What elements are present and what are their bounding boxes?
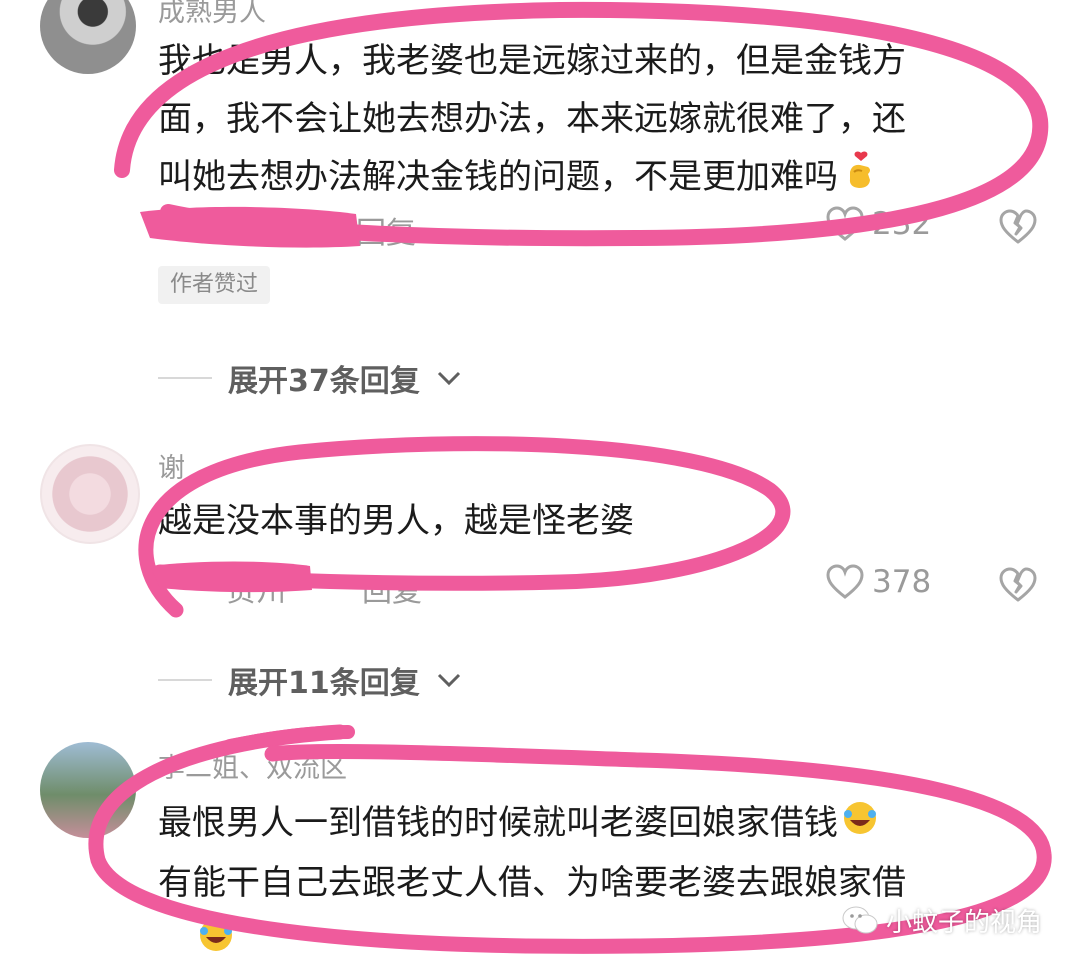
- comment-content: 我也是男人，我老婆也是远嫁过来的，但是金钱方 面，我不会让她去想办法，本来远嫁就…: [158, 32, 1038, 208]
- redaction-mark: [140, 207, 360, 248]
- comment-content: 越是没本事的男人，越是怪老婆: [158, 492, 1038, 550]
- dislike-button[interactable]: [998, 566, 1038, 606]
- wechat-icon: [840, 904, 880, 938]
- expand-replies-button[interactable]: 展开11条回复: [158, 658, 462, 702]
- divider: [158, 679, 212, 681]
- avatar[interactable]: [40, 444, 140, 544]
- comment-line: 面，我不会让她去想办法，本来远嫁就很难了，还: [158, 90, 1038, 148]
- comment-username[interactable]: 谢: [158, 446, 185, 485]
- annotation-stroke: [230, 732, 348, 746]
- expand-label: 展开37条回复: [228, 356, 420, 400]
- dislike-button[interactable]: [998, 208, 1038, 248]
- comment-line: 最恨男人一到借钱的时候就叫老婆回娘家借钱: [158, 794, 1038, 854]
- reply-button[interactable]: 回复: [356, 208, 416, 252]
- divider: [158, 377, 212, 379]
- finger-heart-emoji: [842, 150, 878, 208]
- heart-outline-icon: [826, 206, 864, 242]
- expand-replies-button[interactable]: 展开37条回复: [158, 356, 462, 400]
- watermark: 小蚊子的视角: [840, 902, 1042, 939]
- broken-heart-icon: [998, 566, 1038, 604]
- laugh-cry-emoji: [198, 913, 234, 971]
- reply-button[interactable]: 回复: [362, 566, 422, 610]
- comment-username[interactable]: 成熟男人: [158, 0, 266, 29]
- comment-location: 贵州: [226, 566, 286, 610]
- chevron-down-icon: [436, 369, 462, 387]
- laugh-cry-emoji: [842, 796, 878, 854]
- expand-label: 展开11条回复: [228, 658, 420, 702]
- like-count: 378: [872, 564, 931, 600]
- author-liked-badge: 作者赞过: [158, 266, 270, 304]
- comment-content: 最恨男人一到借钱的时候就叫老婆回娘家借钱 有能干自己去跟老丈人借、为啥要老婆去跟…: [158, 794, 1038, 971]
- watermark-text: 小蚊子的视角: [886, 902, 1042, 939]
- comment-line: 叫她去想办法解决金钱的问题，不是更加难吗: [158, 148, 1038, 208]
- like-count: 232: [872, 206, 931, 242]
- comment-line-text: 叫她去想办法解决金钱的问题，不是更加难吗: [158, 157, 838, 197]
- comment-line-text: 最恨男人一到借钱的时候就叫老婆回娘家借钱: [158, 803, 838, 843]
- comment-username[interactable]: 李二姐、双流区: [158, 746, 347, 785]
- comment-line: 我也是男人，我老婆也是远嫁过来的，但是金钱方: [158, 32, 1038, 90]
- chevron-down-icon: [436, 671, 462, 689]
- like-button[interactable]: 378: [826, 564, 931, 600]
- heart-outline-icon: [826, 564, 864, 600]
- broken-heart-icon: [998, 208, 1038, 246]
- avatar[interactable]: [40, 0, 136, 74]
- avatar[interactable]: [40, 742, 136, 838]
- like-button[interactable]: 232: [826, 206, 931, 242]
- comment-line: 越是没本事的男人，越是怪老婆: [158, 492, 1038, 550]
